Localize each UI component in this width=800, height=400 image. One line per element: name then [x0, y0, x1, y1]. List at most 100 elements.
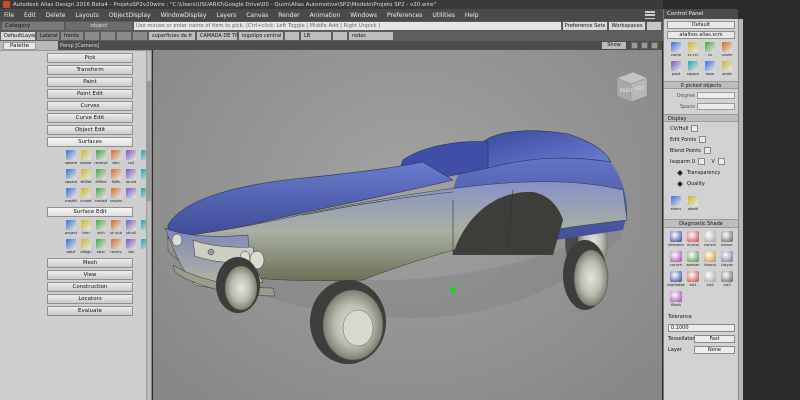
perspective-viewport[interactable]: RIGHT LEFT: [153, 50, 662, 400]
diag-tool-vis2[interactable]: vis2: [702, 271, 718, 289]
default-layout-field[interactable]: Default: [667, 21, 735, 29]
shortcut-file-field[interactable]: atalhos alias.scm: [667, 31, 735, 39]
palette-section-pick[interactable]: Pick: [47, 53, 133, 63]
surfaces-tool-round[interactable]: round: [124, 169, 138, 186]
shelf-tab-2[interactable]: frente: [61, 32, 83, 40]
hamburger-menu-icon[interactable]: [645, 11, 655, 19]
shelf-tab-9[interactable]: logotipo central: [239, 32, 283, 40]
object-dropdown[interactable]: object: [66, 22, 132, 30]
diag-tool-vis1[interactable]: vis1: [685, 271, 701, 289]
category-dropdown[interactable]: Category: [2, 22, 64, 30]
spans-field[interactable]: [697, 103, 735, 110]
shelf-tab-6[interactable]: [133, 32, 147, 40]
tolerance-field[interactable]: 0.1000: [668, 324, 735, 332]
shelf-tab-5[interactable]: [117, 32, 131, 40]
palette-section-paint-edit[interactable]: Paint Edit: [47, 89, 133, 99]
display-option-quality[interactable]: Quality: [677, 179, 738, 188]
show-button[interactable]: Show: [602, 42, 626, 49]
surfaces-tool-slot-16[interactable]: [124, 188, 138, 205]
diag-tool-zoelner[interactable]: zoelner: [685, 251, 701, 269]
menu-render[interactable]: Render: [278, 12, 299, 19]
palette-tab[interactable]: Palette: [3, 41, 37, 50]
palette-scrollbar[interactable]: [146, 51, 151, 400]
viewport-close-icon[interactable]: [651, 42, 658, 49]
cp-tool-unsim[interactable]: unsim: [719, 42, 735, 59]
surfaces-tool-fillflnd[interactable]: fillflnd: [94, 169, 108, 186]
shelf-tab-4[interactable]: [101, 32, 115, 40]
surfaces-tool-srvpns[interactable]: srvpns: [109, 188, 123, 205]
control-panel-scrollbar[interactable]: [738, 19, 743, 400]
menu-layers[interactable]: Layers: [216, 12, 236, 19]
viewport-maximize-icon[interactable]: [641, 42, 648, 49]
shelf-tab-13[interactable]: rodas: [349, 32, 393, 40]
palette-section-curves[interactable]: Curves: [47, 101, 133, 111]
diag-tool-horver[interactable]: horver: [719, 231, 735, 249]
display-checkbox[interactable]: [703, 147, 711, 154]
surface-edit-tool-trim[interactable]: trim: [79, 220, 93, 237]
cp-tool-comp[interactable]: comp: [668, 42, 684, 59]
menu-help[interactable]: Help: [465, 12, 479, 19]
isoparm-v-checkbox[interactable]: [717, 158, 725, 165]
surfaces-tool-planar[interactable]: planar: [79, 150, 93, 167]
surface-edit-tool-project[interactable]: project: [64, 220, 78, 237]
tessellator-dropdown[interactable]: Fast: [694, 335, 735, 343]
palette-section-surface-edit[interactable]: Surface Edit: [47, 207, 133, 217]
surfaces-tool-sphere[interactable]: sphere: [64, 150, 78, 167]
cp-tool-square[interactable]: square: [685, 61, 701, 78]
palette-section-view[interactable]: View: [47, 270, 133, 280]
surface-edit-tool-stch[interactable]: stch: [94, 220, 108, 237]
surfaces-tool-cmbsrf[interactable]: cmbsrf: [94, 188, 108, 205]
menu-file[interactable]: File: [4, 12, 14, 19]
surfaces-tool-square[interactable]: square: [64, 169, 78, 186]
surfaces-tool-rail[interactable]: rail: [124, 150, 138, 167]
cp-tool-save[interactable]: save: [702, 61, 718, 78]
cp-tool-cv[interactable]: cv: [702, 42, 718, 59]
surface-edit-tool-sh sub[interactable]: sh sub: [109, 220, 123, 237]
diag-tool-isophotes[interactable]: isophotes: [667, 271, 685, 289]
display-checkbox[interactable]: [699, 136, 707, 143]
degree-field[interactable]: [697, 92, 735, 99]
surfaces-tool-sftillet[interactable]: sftillet: [79, 169, 93, 186]
surfaces-tool-revolve[interactable]: revolve: [94, 150, 108, 167]
diag-tool-mulcol[interactable]: mulcol: [685, 231, 701, 249]
cp-tool-pnpt[interactable]: pnpt: [668, 61, 684, 78]
menu-objectdisplay[interactable]: ObjectDisplay: [109, 12, 151, 19]
workspaces-dropdown[interactable]: [647, 22, 661, 30]
palette-section-mesh[interactable]: Mesh: [47, 258, 133, 268]
display-section-header[interactable]: Display: [664, 114, 738, 122]
menu-preferences[interactable]: Preferences: [387, 12, 422, 19]
cp-tool-cv crv[interactable]: cv crv: [685, 42, 701, 59]
diag-tool-clayao[interactable]: clayao: [719, 251, 735, 269]
car-model[interactable]: [153, 50, 662, 400]
surfaces-tool-msdrft[interactable]: msdrft: [64, 188, 78, 205]
command-hint-field[interactable]: Use mouse or enter name of item to pick.…: [134, 22, 561, 30]
palette-section-curve-edit[interactable]: Curve Edit: [47, 113, 133, 123]
shelf-tab-10[interactable]: [285, 32, 299, 40]
menu-layouts[interactable]: Layouts: [75, 12, 99, 19]
diag-tool-shdnorm[interactable]: shdnorm: [668, 231, 684, 249]
diagnostic-shade-header[interactable]: Diagnostic Shade: [664, 219, 738, 228]
display-option-transparency[interactable]: Transparency: [677, 168, 738, 177]
shelf-tab-0[interactable]: DefaultLayer: [1, 32, 35, 40]
palette-section-paint[interactable]: Paint: [47, 77, 133, 87]
palette-section-locators[interactable]: Locators: [47, 294, 133, 304]
diag-tool-fllkoit[interactable]: fllkoit: [668, 291, 684, 309]
surfaces-tool-fillfln[interactable]: fillfln: [109, 169, 123, 186]
surface-edit-tool-stb[interactable]: stb: [124, 239, 138, 256]
workspaces-button[interactable]: Workspaces: [609, 22, 645, 30]
diag-tool-curvcrl[interactable]: curvcrl: [668, 251, 684, 269]
shelf-tab-7[interactable]: superficies da fr: [149, 32, 195, 40]
surfaces-tool-crvnet[interactable]: crvnet: [79, 188, 93, 205]
surface-edit-tool-ofalgn[interactable]: ofalgn: [79, 239, 93, 256]
palette-section-evaluate[interactable]: Evaluate: [47, 306, 133, 316]
menu-windows[interactable]: Windows: [350, 12, 377, 19]
shelf-tab-8[interactable]: CAMADA DE TRI: [197, 32, 237, 40]
menu-canvas[interactable]: Canvas: [246, 12, 268, 19]
surface-edit-tool-tstsr[interactable]: tstsr: [94, 239, 108, 256]
surface-edit-tool-adsrf[interactable]: adsrf: [64, 239, 78, 256]
cp-mid-tool-sfmcv[interactable]: sfmcv: [668, 196, 684, 213]
shelf-tab-12[interactable]: [333, 32, 347, 40]
menu-edit[interactable]: Edit: [24, 12, 36, 19]
viewport-minimize-icon[interactable]: [631, 42, 638, 49]
preference-sets-button[interactable]: Preference Sets: [563, 22, 607, 30]
